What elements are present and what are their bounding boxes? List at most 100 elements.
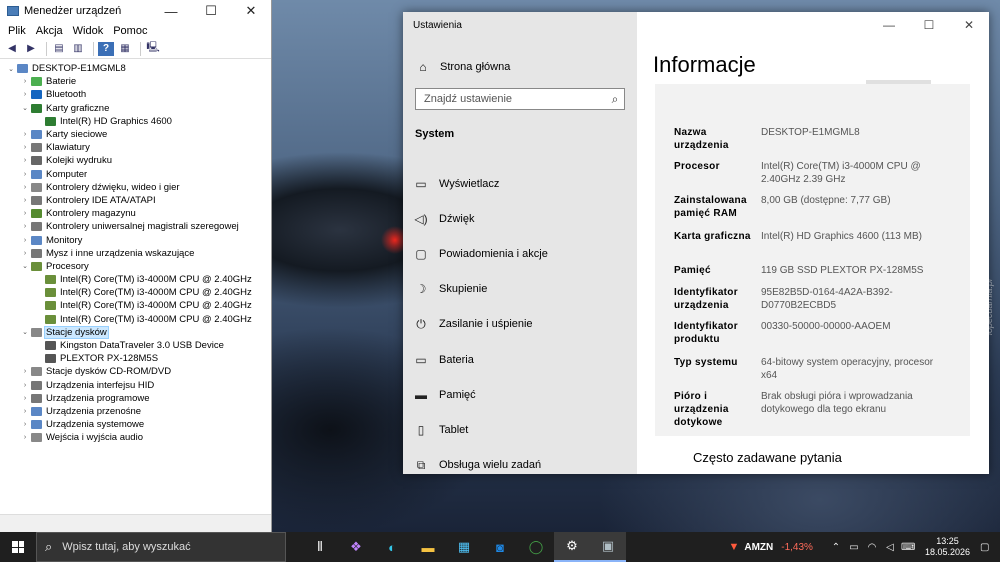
tree-item[interactable]: Intel(R) Core(TM) i3-4000M CPU @ 2.40GHz [0,299,271,312]
info-value[interactable]: 64-bitowy system operacyjny, procesor x6… [761,356,944,382]
clock[interactable]: 13:25 18.05.2026 [925,536,970,558]
tree-item[interactable]: › Urządzenia programowe [0,392,271,405]
close-button[interactable]: ✕ [949,14,989,36]
close-button[interactable]: ✕ [231,3,271,19]
menu-view[interactable]: Widok [68,25,109,37]
keyboard-layout-icon[interactable]: ⌨ [901,542,915,553]
tree-item[interactable]: Intel(R) Core(TM) i3-4000M CPU @ 2.40GHz [0,313,271,326]
info-value[interactable]: 8,00 GB (dostępne: 7,77 GB) [761,194,944,220]
info-value[interactable]: Brak obsługi pióra i wprowadzania dotyko… [761,390,944,429]
tree-item[interactable]: › Kontrolery magazynu [0,207,271,220]
list-view-icon[interactable]: ▥ [70,42,86,56]
info-value[interactable]: DESKTOP-E1MGML8 [761,126,944,152]
app-ring-icon[interactable]: ◯ [518,532,554,562]
tree-item[interactable]: › Bluetooth [0,88,271,101]
info-value[interactable]: 119 GB SSD PLEXTOR PX-128M5S [761,264,944,277]
battery-tray-icon[interactable]: ▭ [847,542,861,553]
menu-file[interactable]: Plik [3,25,31,37]
tree-item[interactable]: › Komputer [0,168,271,181]
copilot-icon[interactable]: ❖ [338,532,374,562]
info-value[interactable]: Intel(R) HD Graphics 4600 (113 MB) [761,230,944,243]
start-button[interactable] [0,532,36,562]
maximize-button[interactable]: ☐ [191,3,231,19]
tree-item[interactable]: › Stacje dysków CD-ROM/DVD [0,365,271,378]
tree-item[interactable]: › Wejścia i wyjścia audio [0,431,271,444]
tree-item[interactable]: PLEXTOR PX-128M5S [0,352,271,365]
chevron-down-icon[interactable]: ⌄ [20,262,30,270]
taskbar-search-box[interactable]: ⌕ Wpisz tutaj, aby wyszukać [36,532,286,562]
minimize-button[interactable]: — [869,14,909,36]
chevron-right-icon[interactable]: › [20,250,30,257]
chevron-right-icon[interactable]: › [20,197,30,204]
chevron-right-icon[interactable]: › [20,223,30,230]
properties-icon[interactable]: ▤ [51,42,67,56]
help-icon[interactable]: ? [98,41,114,56]
info-value[interactable]: 95E82B5D-0164-4A2A-B392-D0770B2ECBD5 [761,286,944,312]
nav-item-2[interactable]: ▢ Powiadomienia i akcje [403,236,637,271]
tree-item[interactable]: › Urządzenia interfejsu HID [0,379,271,392]
chevron-down-icon[interactable]: ⌄ [6,65,16,73]
chevron-right-icon[interactable]: › [20,395,30,402]
tree-item[interactable]: › Kontrolery uniwersalnej magistrali szer… [0,220,271,233]
device-manager-titlebar[interactable]: Menedżer urządzeń — ☐ ✕ [0,0,271,22]
chevron-right-icon[interactable]: › [20,408,30,415]
details-view-icon[interactable]: ▦ [117,42,133,56]
maximize-button[interactable]: ☐ [909,14,949,36]
nav-item-6[interactable]: ▬ Pamięć [403,377,637,412]
settings-search-input[interactable] [424,93,606,105]
tree-item[interactable]: › Karty sieciowe [0,128,271,141]
info-value[interactable]: 00330-50000-00000-AAOEM [761,320,944,346]
tree-item[interactable]: ⌄ DESKTOP-E1MGML8 [0,62,271,75]
nav-item-7[interactable]: ▯ Tablet [403,412,637,447]
nav-item-3[interactable]: ☽ Skupienie [403,272,637,307]
chevron-right-icon[interactable]: › [20,421,30,428]
store-icon[interactable]: ▦ [446,532,482,562]
tree-item[interactable]: ⌄ Procesory [0,260,271,273]
minimize-button[interactable]: — [151,4,191,19]
info-value[interactable]: Intel(R) Core(TM) i3-4000M CPU @ 2.40GHz… [761,160,944,186]
chevron-right-icon[interactable]: › [20,434,30,441]
nav-item-5[interactable]: ▭ Bateria [403,342,637,377]
chevron-right-icon[interactable]: › [20,237,30,244]
menu-action[interactable]: Akcja [31,25,68,37]
file-explorer-icon[interactable]: ▬ [410,532,446,562]
tree-item[interactable]: › Kontrolery IDE ATA/ATAPI [0,194,271,207]
nav-item-1[interactable]: ◁) Dźwięk [403,201,637,236]
chevron-right-icon[interactable]: › [20,78,30,85]
chevron-right-icon[interactable]: › [20,131,30,138]
edge-icon[interactable]: ◐ [374,532,410,562]
chevron-right-icon[interactable]: › [20,184,30,191]
chevron-down-icon[interactable]: ⌄ [20,104,30,112]
home-nav-item[interactable]: ⌂ Strona główna [403,56,637,78]
nav-item-8[interactable]: ⧉ Obsługa wielu zadań [403,448,637,483]
scan-hardware-icon[interactable]: 🖳 [145,42,161,56]
tree-item[interactable]: Intel(R) Core(TM) i3-4000M CPU @ 2.40GHz [0,286,271,299]
stock-symbol[interactable]: AMZN [744,542,773,553]
chevron-down-icon[interactable]: ⌄ [20,328,30,336]
tree-item[interactable]: Kingston DataTraveler 3.0 USB Device [0,339,271,352]
tree-item[interactable]: › Klawiatury [0,141,271,154]
chevron-right-icon[interactable]: › [20,91,30,98]
nav-item-0[interactable]: ▭ Wyświetlacz [403,166,637,201]
tree-item[interactable]: › Baterie [0,75,271,88]
settings-search-box[interactable]: ⌕ [415,88,625,110]
chevron-right-icon[interactable]: › [20,157,30,164]
back-arrow-icon[interactable]: ◀ [4,42,20,56]
nav-item-4[interactable]: ⏻ Zasilanie i uśpienie [403,307,637,342]
task-view-icon[interactable]: ⫴ [302,532,338,562]
network-tray-icon[interactable]: ◠ [865,542,879,553]
tree-item[interactable]: › Mysz i inne urządzenia wskazujące [0,247,271,260]
menu-help[interactable]: Pomoc [108,25,152,37]
tree-item[interactable]: › Kolejki wydruku [0,154,271,167]
tree-item[interactable]: › Kontrolery dźwięku, wideo i gier [0,181,271,194]
tree-item[interactable]: › Urządzenia systemowe [0,418,271,431]
tree-item[interactable]: › Monitory [0,233,271,246]
tree-item[interactable]: ⌄ Karty graficzne [0,102,271,115]
chevron-up-icon[interactable]: ⌃ [829,542,843,553]
outlook-icon[interactable]: ◙ [482,532,518,562]
chevron-right-icon[interactable]: › [20,171,30,178]
volume-tray-icon[interactable]: ◁ [883,542,897,553]
tree-item[interactable]: › Urządzenia przenośne [0,405,271,418]
chevron-right-icon[interactable]: › [20,210,30,217]
tree-item[interactable]: Intel(R) HD Graphics 4600 [0,115,271,128]
